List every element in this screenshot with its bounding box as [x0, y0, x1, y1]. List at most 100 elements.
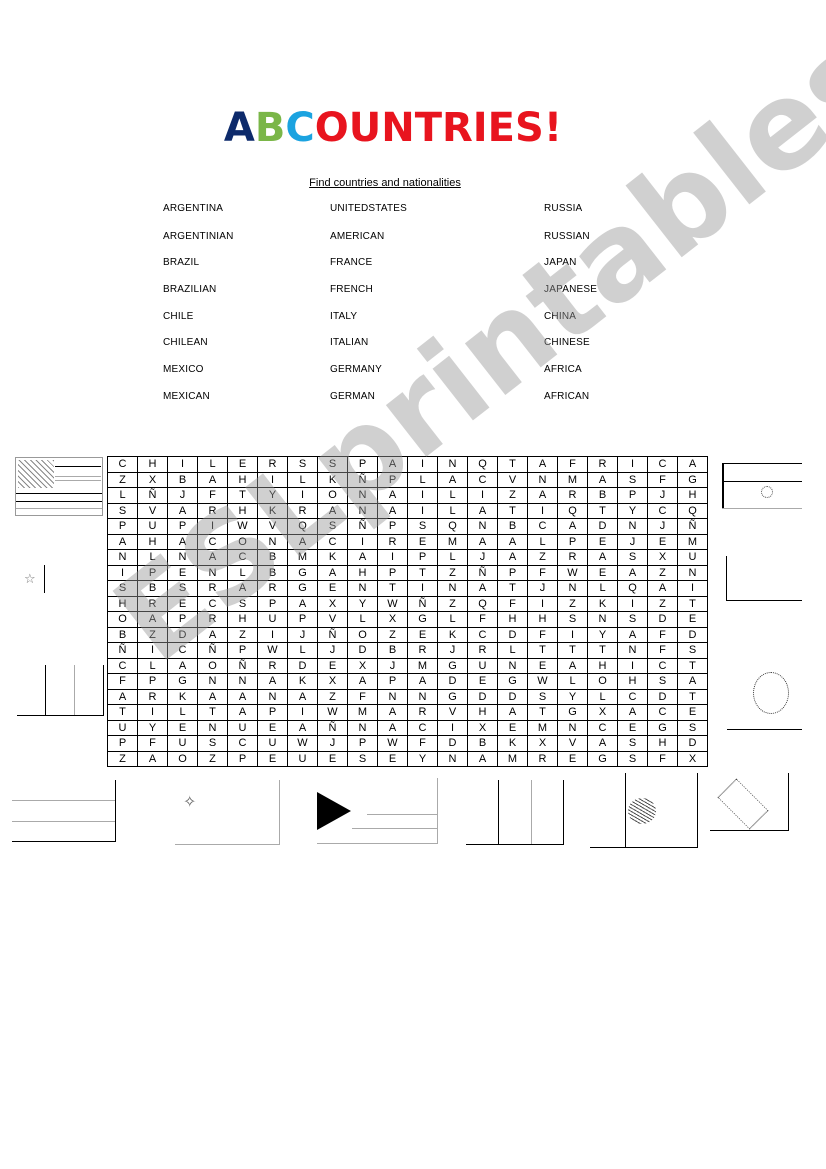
- grid-cell[interactable]: U: [167, 735, 198, 752]
- grid-cell[interactable]: A: [557, 657, 588, 674]
- grid-cell[interactable]: X: [137, 471, 168, 488]
- grid-cell[interactable]: I: [137, 642, 168, 659]
- grid-cell[interactable]: R: [587, 456, 618, 473]
- grid-cell[interactable]: P: [407, 549, 438, 566]
- grid-cell[interactable]: D: [167, 626, 198, 643]
- grid-cell[interactable]: V: [497, 471, 528, 488]
- grid-cell[interactable]: S: [677, 642, 708, 659]
- grid-cell[interactable]: C: [467, 626, 498, 643]
- grid-cell[interactable]: Ñ: [137, 487, 168, 504]
- grid-cell[interactable]: Y: [257, 487, 288, 504]
- grid-cell[interactable]: C: [467, 471, 498, 488]
- grid-cell[interactable]: N: [227, 673, 258, 690]
- grid-cell[interactable]: E: [317, 657, 348, 674]
- grid-cell[interactable]: M: [287, 549, 318, 566]
- grid-cell[interactable]: A: [377, 704, 408, 721]
- grid-cell[interactable]: I: [407, 456, 438, 473]
- grid-cell[interactable]: A: [137, 611, 168, 628]
- grid-cell[interactable]: P: [257, 595, 288, 612]
- grid-cell[interactable]: A: [227, 580, 258, 597]
- grid-cell[interactable]: D: [647, 688, 678, 705]
- grid-cell[interactable]: D: [677, 626, 708, 643]
- grid-cell[interactable]: Ñ: [347, 471, 378, 488]
- grid-cell[interactable]: A: [587, 471, 618, 488]
- grid-cell[interactable]: E: [257, 750, 288, 767]
- grid-cell[interactable]: W: [227, 518, 258, 535]
- grid-cell[interactable]: F: [527, 626, 558, 643]
- grid-cell[interactable]: U: [257, 611, 288, 628]
- grid-cell[interactable]: I: [197, 518, 228, 535]
- grid-cell[interactable]: E: [167, 564, 198, 581]
- grid-cell[interactable]: S: [167, 580, 198, 597]
- grid-cell[interactable]: T: [497, 456, 528, 473]
- grid-cell[interactable]: W: [377, 735, 408, 752]
- grid-cell[interactable]: E: [677, 704, 708, 721]
- grid-cell[interactable]: A: [377, 487, 408, 504]
- grid-cell[interactable]: R: [197, 502, 228, 519]
- grid-cell[interactable]: N: [557, 719, 588, 736]
- grid-cell[interactable]: B: [497, 518, 528, 535]
- grid-cell[interactable]: A: [197, 549, 228, 566]
- grid-cell[interactable]: K: [317, 549, 348, 566]
- grid-cell[interactable]: X: [467, 719, 498, 736]
- grid-cell[interactable]: N: [257, 533, 288, 550]
- grid-cell[interactable]: R: [407, 642, 438, 659]
- grid-cell[interactable]: A: [587, 735, 618, 752]
- grid-cell[interactable]: T: [227, 487, 258, 504]
- grid-cell[interactable]: C: [647, 657, 678, 674]
- grid-cell[interactable]: A: [377, 719, 408, 736]
- grid-cell[interactable]: O: [107, 611, 138, 628]
- grid-cell[interactable]: A: [287, 688, 318, 705]
- grid-cell[interactable]: B: [257, 549, 288, 566]
- grid-cell[interactable]: N: [407, 688, 438, 705]
- grid-cell[interactable]: E: [647, 533, 678, 550]
- grid-cell[interactable]: P: [617, 487, 648, 504]
- grid-cell[interactable]: K: [317, 471, 348, 488]
- grid-cell[interactable]: Z: [557, 595, 588, 612]
- grid-cell[interactable]: R: [257, 580, 288, 597]
- grid-cell[interactable]: Ñ: [317, 719, 348, 736]
- grid-cell[interactable]: Y: [347, 595, 378, 612]
- grid-cell[interactable]: T: [677, 595, 708, 612]
- grid-cell[interactable]: F: [137, 735, 168, 752]
- grid-cell[interactable]: Ñ: [227, 657, 258, 674]
- grid-cell[interactable]: A: [407, 673, 438, 690]
- grid-cell[interactable]: S: [407, 518, 438, 535]
- grid-cell[interactable]: E: [317, 580, 348, 597]
- grid-cell[interactable]: Z: [437, 595, 468, 612]
- grid-cell[interactable]: G: [287, 564, 318, 581]
- grid-cell[interactable]: S: [527, 688, 558, 705]
- grid-cell[interactable]: A: [497, 704, 528, 721]
- grid-cell[interactable]: R: [197, 580, 228, 597]
- grid-cell[interactable]: Z: [197, 750, 228, 767]
- grid-cell[interactable]: X: [317, 673, 348, 690]
- grid-cell[interactable]: Q: [437, 518, 468, 535]
- grid-cell[interactable]: T: [587, 502, 618, 519]
- grid-cell[interactable]: I: [557, 626, 588, 643]
- grid-cell[interactable]: L: [407, 471, 438, 488]
- grid-cell[interactable]: N: [167, 549, 198, 566]
- grid-cell[interactable]: Ñ: [407, 595, 438, 612]
- grid-cell[interactable]: L: [587, 580, 618, 597]
- grid-cell[interactable]: E: [497, 719, 528, 736]
- grid-cell[interactable]: Y: [587, 626, 618, 643]
- grid-cell[interactable]: H: [647, 735, 678, 752]
- grid-cell[interactable]: I: [257, 471, 288, 488]
- grid-cell[interactable]: A: [467, 580, 498, 597]
- grid-cell[interactable]: L: [137, 549, 168, 566]
- grid-cell[interactable]: A: [377, 502, 408, 519]
- grid-cell[interactable]: R: [287, 502, 318, 519]
- grid-cell[interactable]: G: [437, 657, 468, 674]
- grid-cell[interactable]: I: [617, 657, 648, 674]
- grid-cell[interactable]: G: [437, 688, 468, 705]
- grid-cell[interactable]: I: [257, 626, 288, 643]
- grid-cell[interactable]: L: [227, 564, 258, 581]
- grid-cell[interactable]: N: [587, 611, 618, 628]
- grid-cell[interactable]: I: [377, 549, 408, 566]
- grid-cell[interactable]: W: [317, 704, 348, 721]
- grid-cell[interactable]: F: [647, 750, 678, 767]
- grid-cell[interactable]: W: [527, 673, 558, 690]
- grid-cell[interactable]: S: [227, 595, 258, 612]
- grid-cell[interactable]: J: [377, 657, 408, 674]
- grid-cell[interactable]: Z: [377, 626, 408, 643]
